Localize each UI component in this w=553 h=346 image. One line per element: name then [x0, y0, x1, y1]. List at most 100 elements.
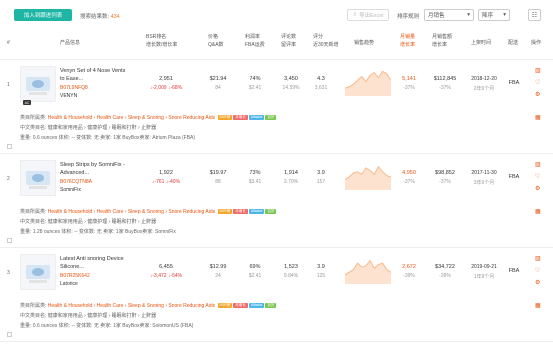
header-rating[interactable]: 评分 [313, 34, 323, 41]
price: $19.97 [209, 170, 227, 176]
heart-icon[interactable]: ♡ [535, 79, 540, 86]
header-review-rate: 留评率 [281, 42, 297, 48]
category-link[interactable]: Health & Household › Health Care › Sleep… [48, 209, 215, 215]
table-header: # 产品信息 BSR排名 增长数/增长率 价格 Q&A数 利润率 FBA运费 评… [0, 30, 553, 60]
header-bsr[interactable]: BSR排名 [146, 34, 166, 41]
row-checkbox[interactable] [7, 144, 12, 149]
category-link[interactable]: Health & Household › Health Care › Sleep… [48, 303, 215, 309]
chevron-down-icon: ▾ [467, 12, 470, 18]
product-specs: 重量: 1.28 ounces 体积: -- 变体数: 无 卖家: 1家 Buy… [20, 229, 176, 235]
header-gross[interactable]: 利润率 [245, 34, 260, 41]
product-title[interactable]: Latest Anti snoring Device Silicone... [60, 256, 128, 271]
chart-icon[interactable]: ▥ [535, 67, 541, 74]
header-month-revenue[interactable]: 月销售额 [432, 34, 452, 41]
tag-bsr: BSR榜 [217, 303, 233, 309]
monthly-revenue-growth: -39% [439, 273, 451, 279]
category-label: 类目所属类: [20, 303, 47, 309]
product-title[interactable]: Venyn Set of 4 Nose Vents to Ease... [60, 68, 128, 83]
header-fba: FBA运费 [245, 42, 265, 48]
monthly-revenue-growth: -37% [439, 85, 451, 91]
fba-fee: $2.41 [248, 273, 262, 279]
header-price[interactable]: 价格 [208, 34, 218, 41]
tag-growth: 月增长 [233, 115, 248, 121]
row-checkbox[interactable] [7, 332, 12, 337]
header-launch[interactable]: 上架时间 [471, 40, 491, 47]
product-brand: SomniFix [60, 187, 81, 193]
tag-alibaba[interactable]: Alibaba [248, 115, 265, 121]
review-rate: 9.84% [283, 273, 299, 279]
header-product[interactable]: 产品信息 [60, 40, 80, 47]
amazon-choice-badge: AC [23, 100, 31, 105]
monthly-sales-growth: -37% [403, 179, 415, 185]
product-thumbnail[interactable] [20, 66, 56, 102]
bsr-rank: 2,951 [159, 76, 173, 82]
sort-order-select[interactable]: 降序 ▾ [478, 9, 510, 21]
new-reviews-30d: 125 [316, 273, 326, 279]
delivery-method: FBA [508, 80, 520, 86]
tag-department: 百货 [265, 303, 277, 309]
launch-age: 1年9个月 [473, 274, 495, 280]
table-row: 1 AC Venyn Set of 4 Nose Vents to Ease..… [0, 62, 553, 154]
column-settings-button[interactable]: ☷ [528, 9, 541, 21]
export-excel-button[interactable]: ⇩ 导出Excel [347, 9, 389, 21]
product-image-icon [26, 171, 50, 189]
chart-icon[interactable]: ▥ [535, 161, 541, 168]
chart-icon[interactable]: ▥ [535, 255, 541, 262]
row-index: 1 [7, 82, 10, 88]
sort-field-select[interactable]: 月销售 ▾ [424, 9, 474, 21]
rating: 3.9 [317, 170, 325, 176]
delivery-method: FBA [508, 268, 520, 274]
monthly-revenue: $98,852 [435, 170, 455, 176]
settings-icon[interactable]: ⚙ [535, 91, 540, 98]
monthly-revenue-growth: -37% [439, 179, 451, 185]
product-asin[interactable]: B07L9NFQ8 [60, 85, 88, 91]
monthly-revenue: $112,845 [433, 76, 457, 82]
calculator-icon[interactable]: ▦ [535, 302, 541, 309]
category-link[interactable]: Health & Household › Health Care › Sleep… [48, 115, 215, 121]
review-count: 1,914 [284, 170, 298, 176]
category-path: 类目所属类: Health & Household › Health Care … [20, 114, 277, 121]
row-checkbox[interactable] [7, 238, 12, 243]
settings-icon[interactable]: ⚙ [535, 279, 540, 286]
result-count-label: 搜索结果数: [80, 14, 110, 20]
qa-count: 24 [215, 273, 221, 279]
header-trend: 销售趋势 [354, 40, 375, 46]
sales-trend-sparkline[interactable] [345, 162, 391, 190]
launch-date: 2019-09-21 [471, 264, 497, 270]
product-asin[interactable]: B076CQTN8A [60, 179, 92, 185]
tag-alibaba[interactable]: Alibaba [248, 303, 265, 309]
row-divider [0, 247, 553, 248]
add-to-followup-button[interactable]: 加入到跟进列表 [14, 9, 72, 21]
calculator-icon[interactable]: ▦ [535, 208, 541, 215]
product-title[interactable]: Sleep Strips by SomniFix - Advanced... [60, 162, 128, 177]
calculator-icon[interactable]: ▦ [535, 114, 541, 121]
product-image-icon [26, 265, 50, 283]
sales-trend-sparkline[interactable] [345, 256, 391, 284]
qa-count: 88 [215, 179, 221, 185]
tag-bsr: BSR榜 [217, 115, 233, 121]
bsr-rank: 6,455 [159, 264, 173, 270]
header-qa: Q&A数 [208, 42, 224, 48]
heart-icon[interactable]: ♡ [535, 173, 540, 180]
bsr-rank: 1,922 [159, 170, 173, 176]
header-month-sales[interactable]: 月销量 [400, 34, 415, 41]
monthly-sales-growth: -39% [403, 273, 415, 279]
bsr-change: ↓-761 ↓-40% [151, 179, 181, 185]
delivery-method: FBA [508, 174, 520, 180]
heart-icon[interactable]: ♡ [535, 267, 540, 274]
category-label: 类目所属类: [20, 209, 47, 215]
sales-trend-sparkline[interactable] [345, 68, 391, 96]
tag-alibaba[interactable]: Alibaba [248, 209, 265, 215]
qa-count: 84 [215, 85, 221, 91]
product-thumbnail[interactable] [20, 254, 56, 290]
chevron-down-icon: ▾ [503, 12, 506, 18]
launch-age: 2年6个月 [473, 86, 495, 92]
product-asin[interactable]: B07R25K642 [60, 273, 90, 279]
review-count: 3,450 [284, 76, 298, 82]
toolbar: 加入到跟进列表 搜索结果数: 434 ⇩ 导出Excel 排序规则 月销售 ▾ … [0, 0, 553, 30]
product-thumbnail[interactable] [20, 160, 56, 196]
tag-department: 百货 [265, 115, 277, 121]
cn-category: 中文类目名: 健康和家用用品 › 健康护理 › 睡眠和打鼾 › 止鼾器 [20, 313, 157, 319]
settings-icon[interactable]: ⚙ [535, 185, 540, 192]
header-reviews[interactable]: 评论数 [281, 34, 296, 41]
